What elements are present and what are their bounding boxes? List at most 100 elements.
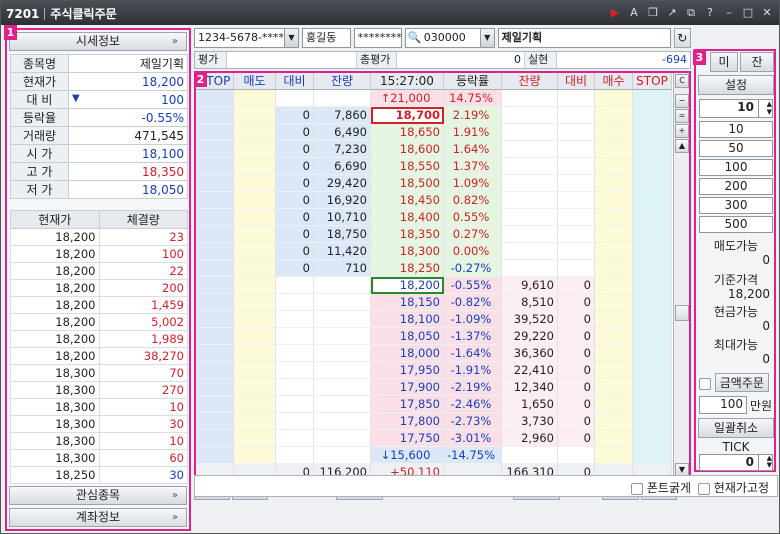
bid-price[interactable]: 17,750 xyxy=(371,430,444,447)
ask-stop[interactable] xyxy=(196,311,234,328)
settings-button[interactable]: 설정 xyxy=(698,75,774,95)
tick-stepper[interactable]: 0 ▲ ▼ xyxy=(699,454,773,471)
ask-order[interactable] xyxy=(234,277,276,294)
password-field[interactable]: ******** xyxy=(353,28,402,48)
bid-order[interactable] xyxy=(595,209,633,226)
bid-stop[interactable] xyxy=(633,345,672,362)
plus-icon[interactable]: + xyxy=(675,124,689,138)
fix-price-toggle[interactable]: 현재가고정 xyxy=(697,479,769,496)
ask-order[interactable] xyxy=(234,226,276,243)
favorites-button[interactable]: 관심종목» xyxy=(9,486,187,505)
account-info-button[interactable]: 계좌정보» xyxy=(9,508,187,527)
bid-order[interactable] xyxy=(595,447,633,464)
close-icon[interactable]: ✕ xyxy=(759,5,775,21)
bid-order[interactable] xyxy=(595,175,633,192)
bid-stop[interactable] xyxy=(633,124,672,141)
search-icon[interactable]: 🔍 xyxy=(408,29,422,47)
ask-price[interactable]: 18,350 xyxy=(371,226,444,243)
bid-order[interactable] xyxy=(595,362,633,379)
ask-price[interactable]: 18,400 xyxy=(371,209,444,226)
ask-order[interactable] xyxy=(234,243,276,260)
bid-order[interactable] xyxy=(595,396,633,413)
maximize-icon[interactable]: □ xyxy=(740,5,756,21)
ask-order[interactable] xyxy=(234,192,276,209)
scroll-top-icon[interactable]: C xyxy=(675,74,689,88)
bid-stop[interactable] xyxy=(633,192,672,209)
bid-order[interactable] xyxy=(595,192,633,209)
ask-order[interactable] xyxy=(234,345,276,362)
balance-tab[interactable]: 잔 xyxy=(740,52,774,72)
ask-order[interactable] xyxy=(234,260,276,277)
qty-preset-button[interactable]: 500 xyxy=(699,216,773,233)
bid-price[interactable]: 18,000 xyxy=(371,345,444,362)
ask-price[interactable]: 18,450 xyxy=(371,192,444,209)
ask-stop[interactable] xyxy=(196,379,234,396)
ask-stop[interactable] xyxy=(196,107,234,124)
bid-order[interactable] xyxy=(595,158,633,175)
qty-preset-button[interactable]: 10 xyxy=(699,121,773,138)
bid-order[interactable] xyxy=(595,277,633,294)
market-info-button[interactable]: 시세정보» xyxy=(9,32,187,51)
ask-stop[interactable] xyxy=(196,362,234,379)
bid-order[interactable] xyxy=(595,243,633,260)
bid-stop[interactable] xyxy=(633,328,672,345)
bid-price[interactable]: 18,050 xyxy=(371,328,444,345)
bid-order[interactable] xyxy=(595,413,633,430)
refresh-icon[interactable]: ↻ xyxy=(673,28,692,48)
bid-order[interactable] xyxy=(595,294,633,311)
ask-stop[interactable] xyxy=(196,124,234,141)
bid-price[interactable]: 18,150 xyxy=(371,294,444,311)
ask-price[interactable]: 18,700 xyxy=(371,107,444,124)
ask-order[interactable] xyxy=(234,430,276,447)
qty-preset-button[interactable]: 300 xyxy=(699,197,773,214)
bid-order[interactable] xyxy=(595,90,633,107)
ask-stop[interactable] xyxy=(196,209,234,226)
bid-order[interactable] xyxy=(595,379,633,396)
ask-stop[interactable] xyxy=(196,226,234,243)
account-select[interactable]: 1234-5678-**** ▼ xyxy=(194,28,299,48)
scroll-thumb[interactable] xyxy=(675,305,689,321)
qty-preset-button[interactable]: 200 xyxy=(699,178,773,195)
ask-stop[interactable] xyxy=(196,396,234,413)
ask-order[interactable] xyxy=(234,396,276,413)
play-icon[interactable]: ▶ xyxy=(607,5,623,21)
minus-icon[interactable]: − xyxy=(675,94,689,108)
bid-stop[interactable] xyxy=(633,107,672,124)
amount-order-toggle[interactable]: 금액주문 xyxy=(699,373,769,392)
stock-code-input[interactable]: 🔍 030000 ▼ xyxy=(404,28,495,48)
amount-order-checkbox[interactable] xyxy=(699,377,711,390)
ask-price[interactable]: 18,550 xyxy=(371,158,444,175)
scroll-up-icon[interactable]: ▲ xyxy=(675,139,689,153)
ask-order[interactable] xyxy=(234,209,276,226)
bid-stop[interactable] xyxy=(633,294,672,311)
bid-price[interactable]: 17,850 xyxy=(371,396,444,413)
ask-price[interactable]: 18,500 xyxy=(371,175,444,192)
ask-order[interactable] xyxy=(234,362,276,379)
bid-stop[interactable] xyxy=(633,90,672,107)
ask-order[interactable] xyxy=(234,328,276,345)
chevron-down-icon[interactable]: ▼ xyxy=(479,29,494,47)
ask-order[interactable] xyxy=(234,379,276,396)
ask-order[interactable] xyxy=(234,311,276,328)
ask-price[interactable]: 18,650 xyxy=(371,124,444,141)
bold-font-toggle[interactable]: 폰트굵게 xyxy=(631,479,691,496)
ask-stop[interactable] xyxy=(196,175,234,192)
grid-scrollbar[interactable]: C − = + ▲ ▼ xyxy=(673,73,689,476)
bid-price[interactable]: 17,800 xyxy=(371,413,444,430)
bid-order[interactable] xyxy=(595,124,633,141)
copy-icon[interactable]: ❐ xyxy=(645,5,661,21)
buy-tab[interactable]: 미 xyxy=(710,52,738,72)
ask-order[interactable] xyxy=(234,158,276,175)
bid-stop[interactable] xyxy=(633,158,672,175)
qty-preset-button[interactable]: 50 xyxy=(699,140,773,157)
equal-icon[interactable]: = xyxy=(675,109,689,123)
help-icon[interactable]: ? xyxy=(702,5,718,21)
ask-stop[interactable] xyxy=(196,430,234,447)
ask-price[interactable]: 18,300 xyxy=(371,243,444,260)
bid-stop[interactable] xyxy=(633,209,672,226)
bid-stop[interactable] xyxy=(633,413,672,430)
ask-stop[interactable] xyxy=(196,158,234,175)
bid-price[interactable]: 18,100 xyxy=(371,311,444,328)
ask-stop[interactable] xyxy=(196,192,234,209)
minimize-icon[interactable]: – xyxy=(721,5,737,21)
